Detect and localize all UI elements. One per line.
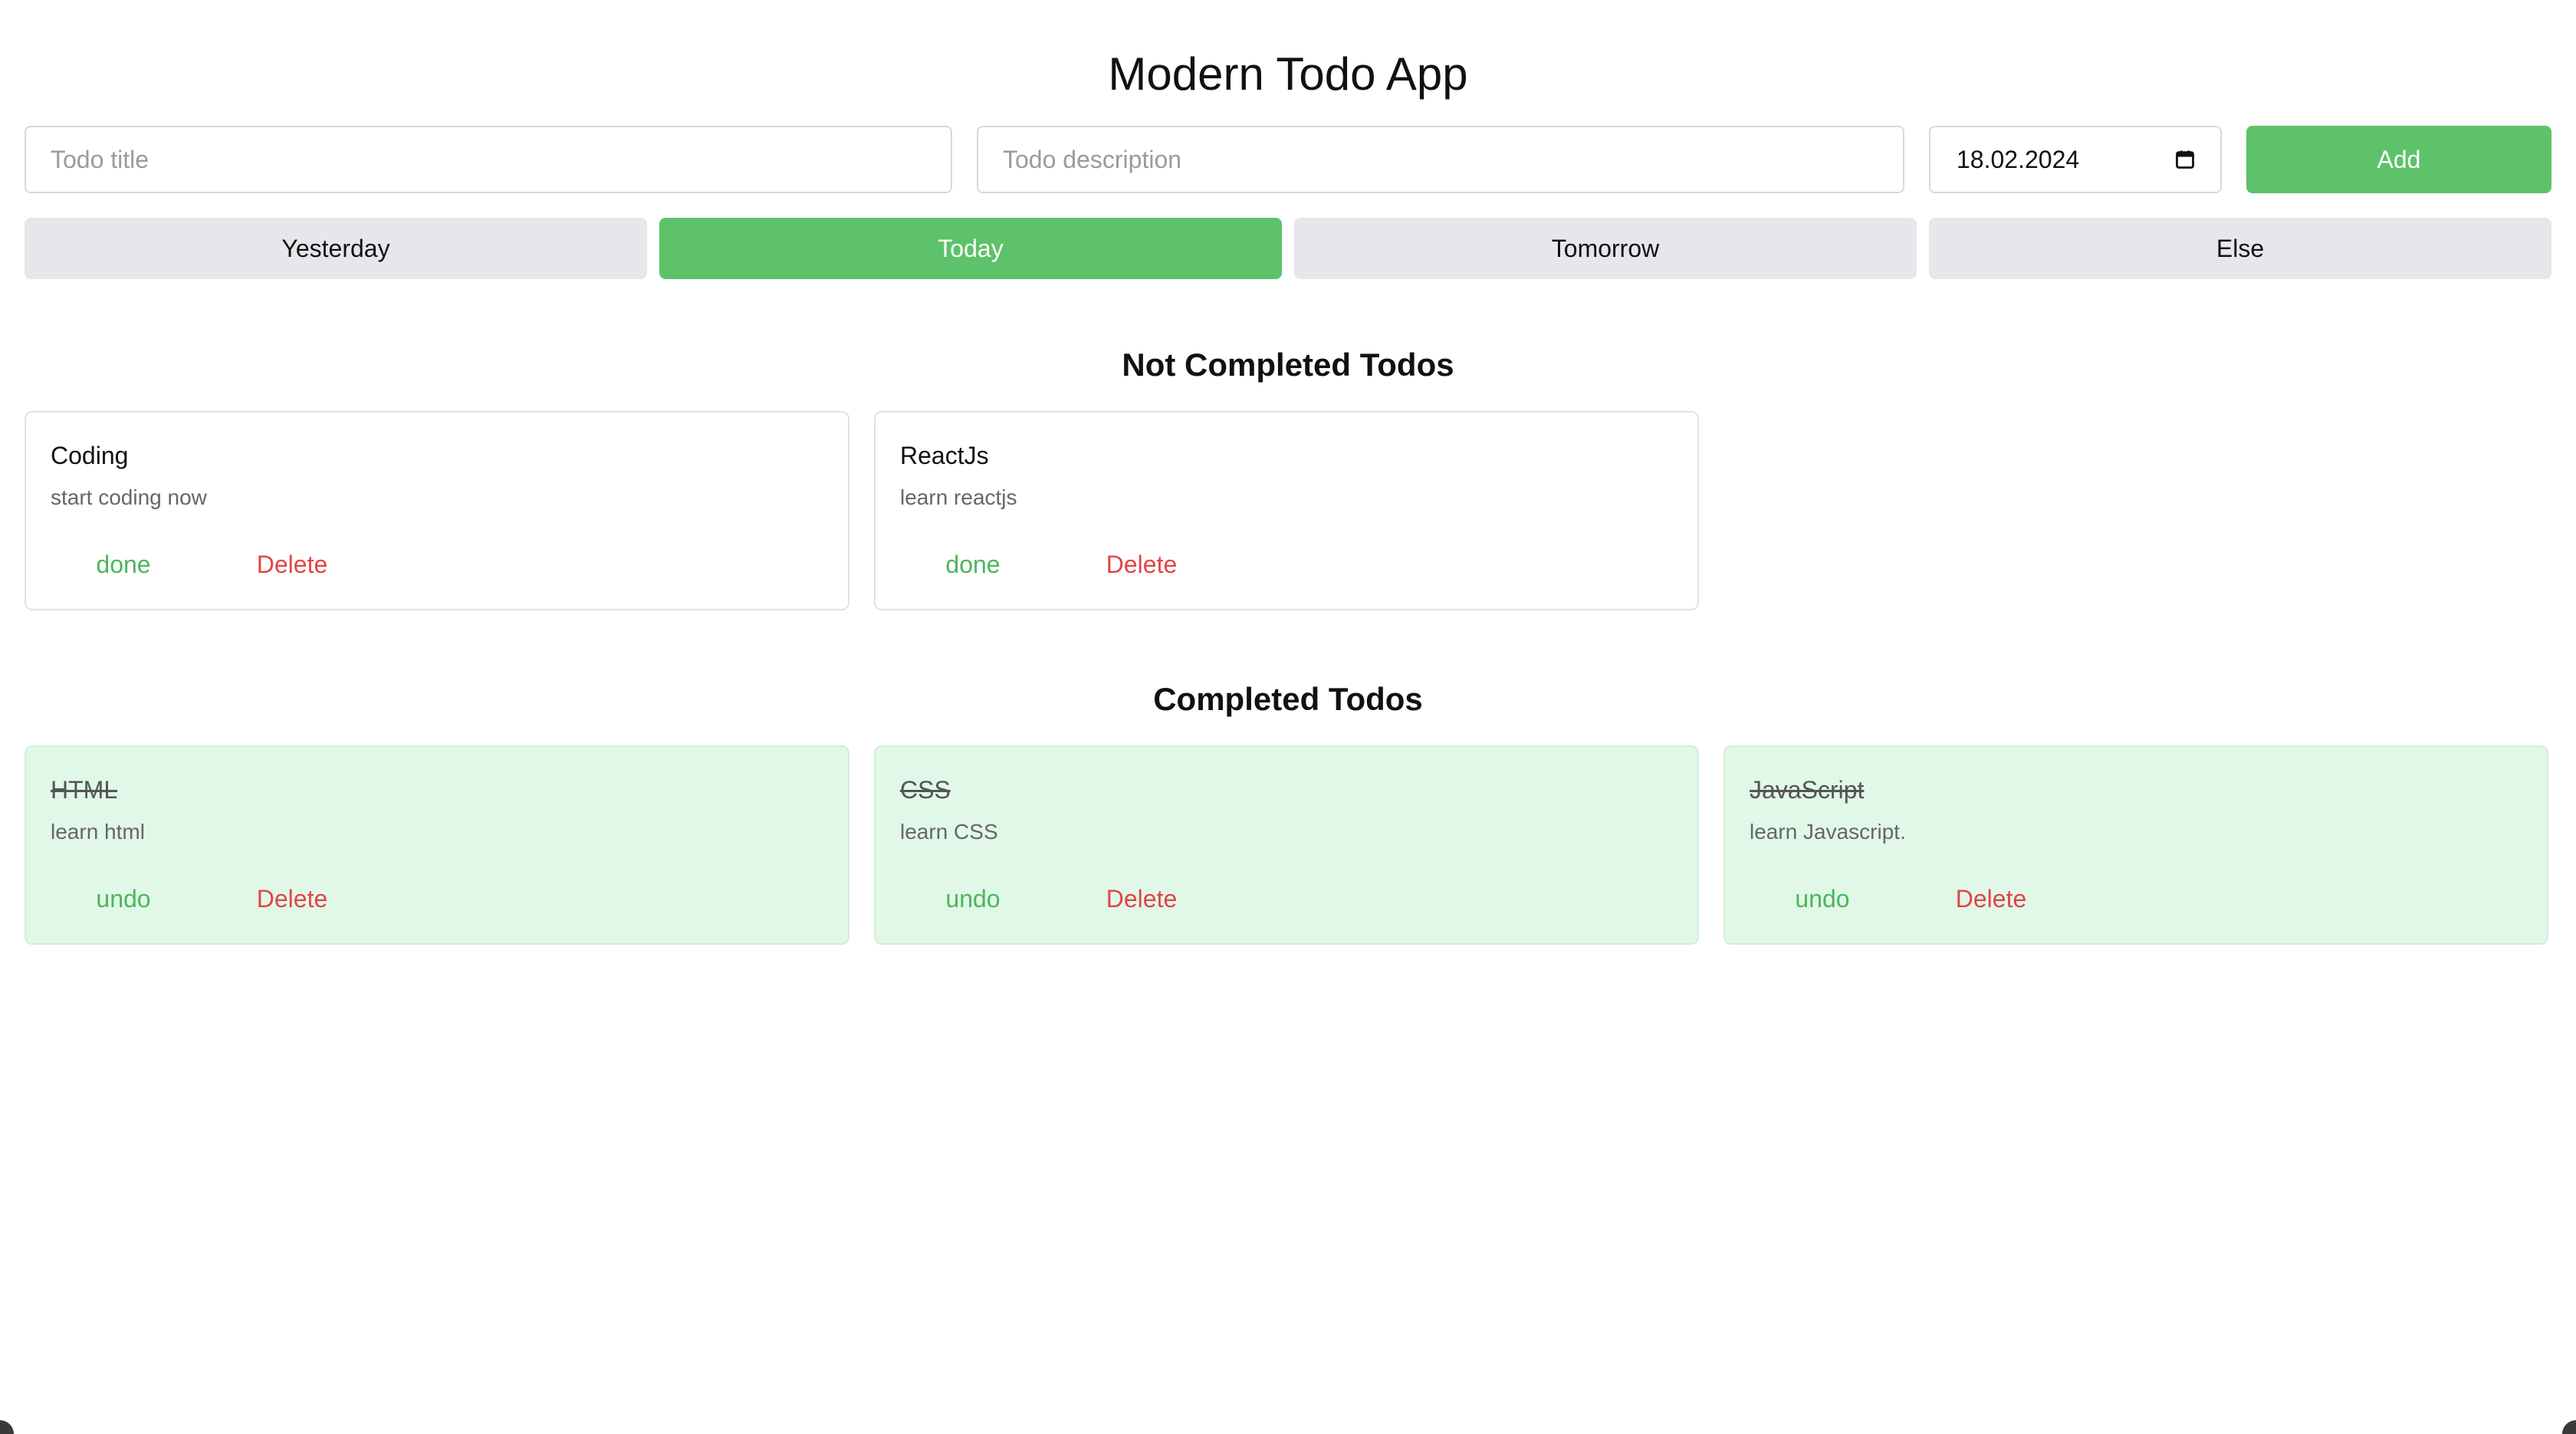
undo-button[interactable]: undo xyxy=(1750,885,1895,913)
filter-today[interactable]: Today xyxy=(659,218,1282,279)
todo-card-actions: done Delete xyxy=(900,551,1199,579)
add-button[interactable]: Add xyxy=(2246,126,2551,193)
delete-button[interactable]: Delete xyxy=(1084,885,1199,913)
todo-card-completed: CSS learn CSS undo Delete xyxy=(874,745,1699,945)
delete-button[interactable]: Delete xyxy=(1934,885,2049,913)
todo-card: ReactJs learn reactjs done Delete xyxy=(874,411,1699,610)
todo-card-title: CSS xyxy=(900,776,951,804)
delete-button[interactable]: Delete xyxy=(235,885,350,913)
todo-card-completed: JavaScript learn Javascript. undo Delete xyxy=(1723,745,2548,945)
todo-card-title: Coding xyxy=(51,442,129,469)
undo-button[interactable]: undo xyxy=(51,885,196,913)
todo-card-title: ReactJs xyxy=(900,442,989,469)
add-todo-form: 18.02.2024 Add xyxy=(25,126,2551,193)
todo-card-completed: HTML learn html undo Delete xyxy=(25,745,849,945)
window-corner xyxy=(2562,1420,2576,1434)
todo-card-description: learn Javascript. xyxy=(1750,820,1906,844)
filter-else[interactable]: Else xyxy=(1929,218,2551,279)
not-completed-list: Coding start coding now done Delete Reac… xyxy=(25,411,2551,610)
done-button[interactable]: done xyxy=(900,551,1046,579)
page-title: Modern Todo App xyxy=(1108,48,1468,100)
date-value: 18.02.2024 xyxy=(1957,145,2080,173)
todo-card-actions: undo Delete xyxy=(1750,885,2049,913)
delete-button[interactable]: Delete xyxy=(235,551,350,579)
todo-card-title: JavaScript xyxy=(1750,776,1865,804)
calendar-icon[interactable] xyxy=(2174,149,2196,170)
todo-card-description: learn reactjs xyxy=(900,485,1017,509)
todo-card-description: learn html xyxy=(51,820,145,844)
todo-card-actions: done Delete xyxy=(51,551,350,579)
delete-button[interactable]: Delete xyxy=(1084,551,1199,579)
date-input[interactable]: 18.02.2024 xyxy=(1929,126,2222,193)
todo-app: Modern Todo App 18.02.2024 Add Yesterday… xyxy=(0,0,2576,1434)
done-button[interactable]: done xyxy=(51,551,196,579)
completed-heading: Completed Todos xyxy=(1153,681,1423,717)
todo-description-input[interactable] xyxy=(977,126,1904,193)
todo-card: Coding start coding now done Delete xyxy=(25,411,849,610)
date-filter-tabs: Yesterday Today Tomorrow Else xyxy=(25,218,2551,279)
todo-card-title: HTML xyxy=(51,776,118,804)
completed-list: HTML learn html undo Delete CSS learn CS… xyxy=(25,745,2551,945)
not-completed-heading: Not Completed Todos xyxy=(1122,347,1454,383)
todo-title-input[interactable] xyxy=(25,126,952,193)
todo-card-description: start coding now xyxy=(51,485,207,509)
todo-card-actions: undo Delete xyxy=(900,885,1199,913)
window-corner xyxy=(0,1420,14,1434)
filter-yesterday[interactable]: Yesterday xyxy=(25,218,647,279)
todo-card-actions: undo Delete xyxy=(51,885,350,913)
todo-card-description: learn CSS xyxy=(900,820,998,844)
filter-tomorrow[interactable]: Tomorrow xyxy=(1294,218,1917,279)
undo-button[interactable]: undo xyxy=(900,885,1046,913)
